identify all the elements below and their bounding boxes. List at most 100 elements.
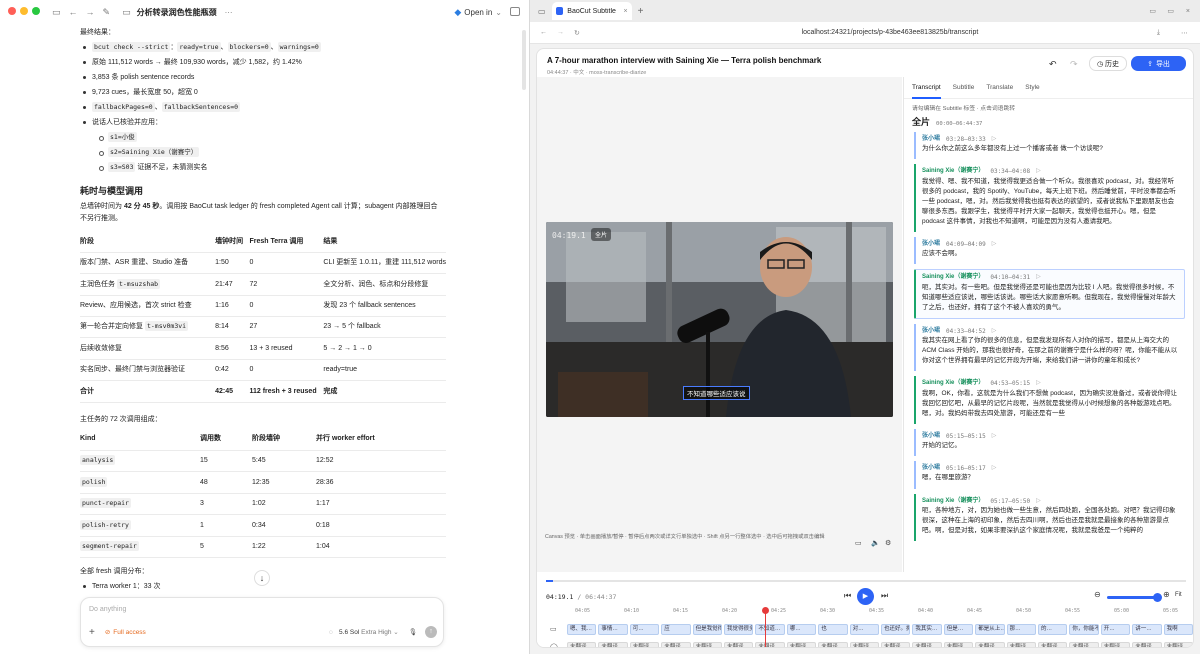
translation-clip[interactable]: 未翻译	[724, 642, 754, 647]
close-tab-icon[interactable]: ×	[623, 8, 627, 15]
tab-subtitle[interactable]: Subtitle	[953, 77, 975, 99]
subtitle-clip[interactable]: 也还好。拥有…	[881, 624, 911, 635]
forward-icon[interactable]: →	[86, 7, 95, 17]
subtitle-clip[interactable]: 但是我觉得…	[692, 624, 722, 635]
transcript-segment[interactable]: 张小珺 05:15–05:15 ▷ 开始的记忆。	[914, 428, 1185, 457]
translation-clip[interactable]: 未翻译	[1132, 642, 1162, 647]
zoom-window-button[interactable]	[32, 7, 40, 15]
full-access-button[interactable]: ⊘ Full access	[105, 628, 146, 637]
segment-text[interactable]: 应该不会啊。	[922, 249, 1179, 259]
undo-icon[interactable]: ↶	[1049, 59, 1057, 70]
play-segment-icon[interactable]: ▷	[992, 327, 997, 336]
speaker-name[interactable]: Saining Xie（谢赛宁）	[922, 167, 984, 176]
segment-text[interactable]: 我觉得、嗯、我不知道，我觉得我更适合做一个听众。我很喜欢 podcast，对。我…	[922, 177, 1179, 227]
play-segment-icon[interactable]: ▷	[1036, 273, 1041, 282]
speaker-name[interactable]: 张小珺	[922, 464, 940, 473]
subtitle-clip[interactable]: 我其实…	[912, 624, 942, 635]
segment-text[interactable]: 我啊，OK，你看，这就是为什么我们不想做 podcast，因为确实没准备过，或者…	[922, 389, 1179, 419]
translation-clip[interactable]: 未翻译	[1163, 642, 1193, 647]
segment-time[interactable]: 04:53–05:15	[990, 379, 1030, 388]
translation-clip[interactable]: 未翻译	[975, 642, 1005, 647]
segment-text[interactable]: 开始的记忆。	[922, 441, 1179, 451]
translation-clip[interactable]: 未翻译	[598, 642, 628, 647]
transcript-segment[interactable]: 张小珺 05:16–05:17 ▷ 嗯，在哪里旅游？	[914, 461, 1185, 489]
play-segment-icon[interactable]: ▷	[1036, 497, 1041, 506]
translation-clip[interactable]: 未翻译	[1069, 642, 1099, 647]
transcript-segment[interactable]: Saining Xie（谢赛宁） 05:17–05:50 ▷ 呃，各种地方，对，因为她…	[914, 493, 1185, 541]
segment-time[interactable]: 04:10–04:31	[990, 273, 1030, 282]
play-segment-icon[interactable]: ▷	[1036, 167, 1041, 176]
subtitle-clip[interactable]: 不知道…	[755, 624, 785, 635]
subtitle-clip[interactable]: 事情…	[598, 624, 628, 635]
compose-icon[interactable]: ✎	[103, 7, 111, 18]
close-window-button[interactable]	[8, 7, 16, 15]
play-button[interactable]: ▶	[857, 588, 874, 605]
tab-style[interactable]: Style	[1025, 77, 1039, 99]
translation-clip[interactable]: 未翻译	[567, 642, 597, 647]
send-button[interactable]: ↑	[425, 626, 437, 638]
translation-clip[interactable]: 未翻译	[755, 642, 785, 647]
subtitle-clip[interactable]: 可…	[629, 624, 660, 635]
segment-text[interactable]: 为什么你之前这么多年都没有上过一个播客或者 做一个访谈呢?	[922, 144, 1179, 154]
progress-track[interactable]	[546, 580, 1186, 582]
transcript-segment[interactable]: Saining Xie（谢赛宁） 04:53–05:15 ▷ 我啊，OK，你看，这就是…	[914, 376, 1185, 424]
window-split-icon[interactable]: ▭	[1167, 7, 1174, 15]
prompt-input[interactable]: Do anything	[89, 606, 126, 613]
export-button[interactable]: ⇪ 导出	[1131, 56, 1186, 71]
browser-tab[interactable]: BaoCut Subtitle ×	[551, 2, 632, 20]
subtitle-clip[interactable]: 的…	[1038, 624, 1068, 635]
subtitle-clip[interactable]: 哪…	[786, 624, 817, 635]
panel-toggle-icon[interactable]	[510, 7, 520, 16]
translation-clip[interactable]: 未翻译	[1038, 642, 1068, 647]
translation-clip[interactable]: 未翻译	[881, 642, 911, 647]
back-icon[interactable]: ←	[540, 29, 547, 36]
minimize-window-button[interactable]	[20, 7, 28, 15]
speaker-name[interactable]: 张小珺	[922, 135, 940, 144]
sidebar-icon[interactable]: ▭	[52, 7, 61, 18]
segment-time[interactable]: 04:09–04:09	[946, 240, 986, 249]
subtitle-clip[interactable]: 讲一…	[1132, 624, 1162, 635]
zoom-slider[interactable]	[1107, 593, 1162, 602]
translation-clip[interactable]: 未翻译	[1100, 642, 1131, 647]
subtitle-clip[interactable]: 应	[661, 624, 691, 635]
tab-translate[interactable]: Translate	[986, 77, 1013, 99]
translation-clip[interactable]: 未翻译	[912, 642, 942, 647]
fit-button[interactable]: Fit	[1175, 592, 1182, 598]
segment-time[interactable]: 03:28–03:33	[946, 135, 986, 144]
url-input[interactable]: localhost:24321/projects/p-43be463ee8138…	[802, 29, 979, 36]
back-icon[interactable]: ←	[69, 7, 78, 17]
speaker-name[interactable]: Saining Xie（谢赛宁）	[922, 379, 984, 388]
sidebar-icon[interactable]: ▭	[538, 7, 546, 16]
subtitle-clip[interactable]: 我觉得很多时候…	[724, 624, 754, 635]
translation-clip[interactable]: 未翻译	[786, 642, 817, 647]
composer[interactable]: Do anything + ⊘ Full access ◌ 5.6 Sol Ex…	[80, 597, 444, 647]
more-button[interactable]: ···	[225, 8, 233, 17]
segment-time[interactable]: 05:16–05:17	[946, 464, 986, 473]
skip-back-icon[interactable]: ⏮	[844, 591, 851, 601]
subtitle-clip[interactable]: 也	[818, 624, 848, 635]
speaker-name[interactable]: Saining Xie（谢赛宁）	[922, 273, 984, 282]
aspect-icon[interactable]: ▭	[855, 539, 862, 547]
zoom-out-icon[interactable]: ⊖	[1094, 590, 1101, 599]
translation-clip[interactable]: 未翻译	[943, 642, 974, 647]
open-in-button[interactable]: ◆ Open in ⌄	[454, 7, 502, 18]
scrollbar-thumb[interactable]	[522, 30, 526, 90]
tab-transcript[interactable]: Transcript	[912, 77, 941, 99]
speaker-name[interactable]: 张小珺	[922, 432, 940, 441]
subtitle-clip[interactable]: 那…	[1006, 624, 1036, 635]
play-segment-icon[interactable]: ▷	[1036, 379, 1041, 388]
menu-icon[interactable]: ⋯	[1181, 29, 1188, 37]
transcript-segment[interactable]: Saining Xie（谢赛宁） 04:10–04:31 ▷ 呃，其实对。有一些吧。但…	[914, 269, 1185, 319]
playhead-handle[interactable]	[762, 607, 769, 614]
segment-text[interactable]: 我其实在网上看了你的很多的信息，但是我发现所有人对你的描写，都是从上海交大的 A…	[922, 336, 1179, 366]
transcript-segment[interactable]: 张小珺 04:09–04:09 ▷ 应该不会啊。	[914, 236, 1185, 265]
skip-forward-icon[interactable]: ⏭	[881, 591, 888, 601]
segment-time[interactable]: 05:17–05:50	[990, 497, 1030, 506]
new-tab-icon[interactable]: +	[638, 6, 644, 17]
play-segment-icon[interactable]: ▷	[992, 135, 997, 144]
add-icon[interactable]: +	[89, 627, 95, 638]
segment-text[interactable]: 呃，其实对。有一些吧。但是我觉得还是可能也是因为比较 I 人吧。我觉得很多时候，…	[922, 283, 1178, 313]
subtitle-clip[interactable]: 嗯、我…	[567, 624, 597, 635]
translation-clip[interactable]: 未翻译	[818, 642, 848, 647]
subtitle-clip[interactable]: 对…	[849, 624, 879, 635]
